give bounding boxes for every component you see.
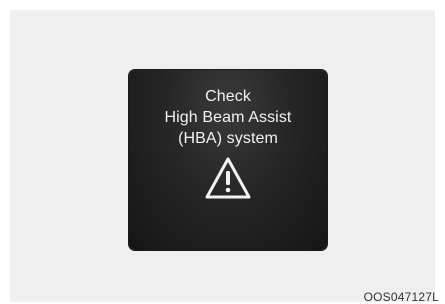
message-line-1: Check <box>205 88 251 105</box>
message-line-3: (HBA) system <box>178 130 278 147</box>
figure-code: OOS047127L <box>363 290 439 304</box>
warning-triangle-icon <box>205 157 251 199</box>
cluster-warning-display: Check High Beam Assist (HBA) system <box>129 70 327 250</box>
message-line-2: High Beam Assist <box>164 109 292 126</box>
